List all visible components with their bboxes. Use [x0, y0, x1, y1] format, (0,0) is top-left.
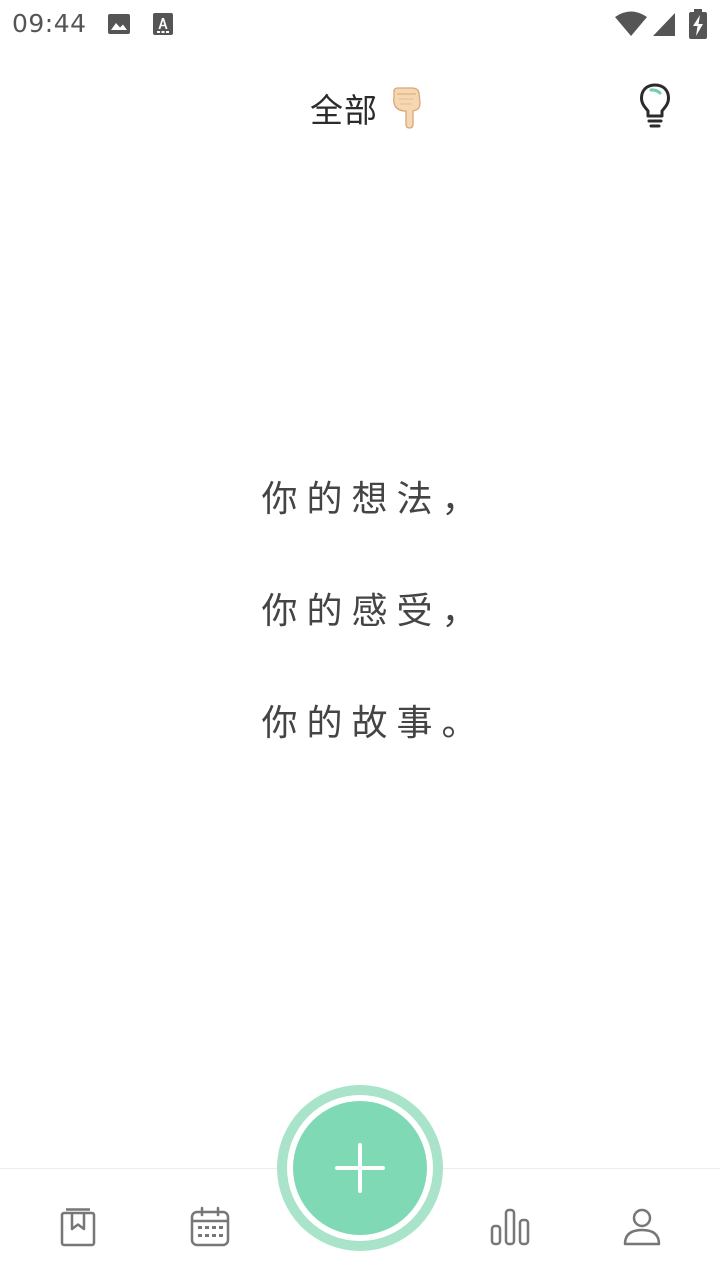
status-time: 09:44	[12, 9, 87, 38]
pointing-down-hand-icon	[393, 87, 421, 129]
diary-home-screen: 09:44 全部 你的想法， 你的感受， 你的故事。	[0, 0, 720, 1280]
diary-bookmark-icon	[60, 1208, 96, 1247]
empty-line-stories: 你的故事。	[261, 703, 487, 744]
person-icon	[623, 1208, 661, 1246]
bar-chart-icon	[490, 1208, 530, 1246]
image-icon	[108, 14, 130, 34]
nav-item-diary[interactable]	[46, 1197, 110, 1257]
nav-item-calendar[interactable]	[178, 1197, 242, 1257]
wifi-icon	[615, 11, 647, 36]
lightbulb-icon	[640, 83, 670, 128]
fab-core	[293, 1101, 427, 1235]
plus-icon	[335, 1143, 385, 1193]
category-selector[interactable]: 全部	[310, 86, 424, 130]
empty-state-message: 你的想法， 你的感受， 你的故事。	[0, 470, 720, 806]
empty-line-thoughts: 你的想法，	[261, 479, 487, 520]
status-bar: 09:44	[0, 0, 720, 50]
header: 全部	[0, 70, 720, 150]
calendar-icon	[190, 1206, 230, 1247]
cell-signal-icon	[653, 13, 675, 36]
font-a-icon	[153, 13, 173, 35]
nav-item-profile[interactable]	[610, 1197, 674, 1257]
empty-line-feelings: 你的感受，	[261, 591, 487, 632]
lightbulb-button[interactable]	[630, 80, 680, 130]
battery-charging-icon	[689, 9, 707, 39]
add-entry-button[interactable]	[277, 1085, 443, 1251]
page-title: 全部	[310, 91, 378, 130]
fab-border	[287, 1095, 433, 1241]
nav-item-stats[interactable]	[478, 1197, 542, 1257]
